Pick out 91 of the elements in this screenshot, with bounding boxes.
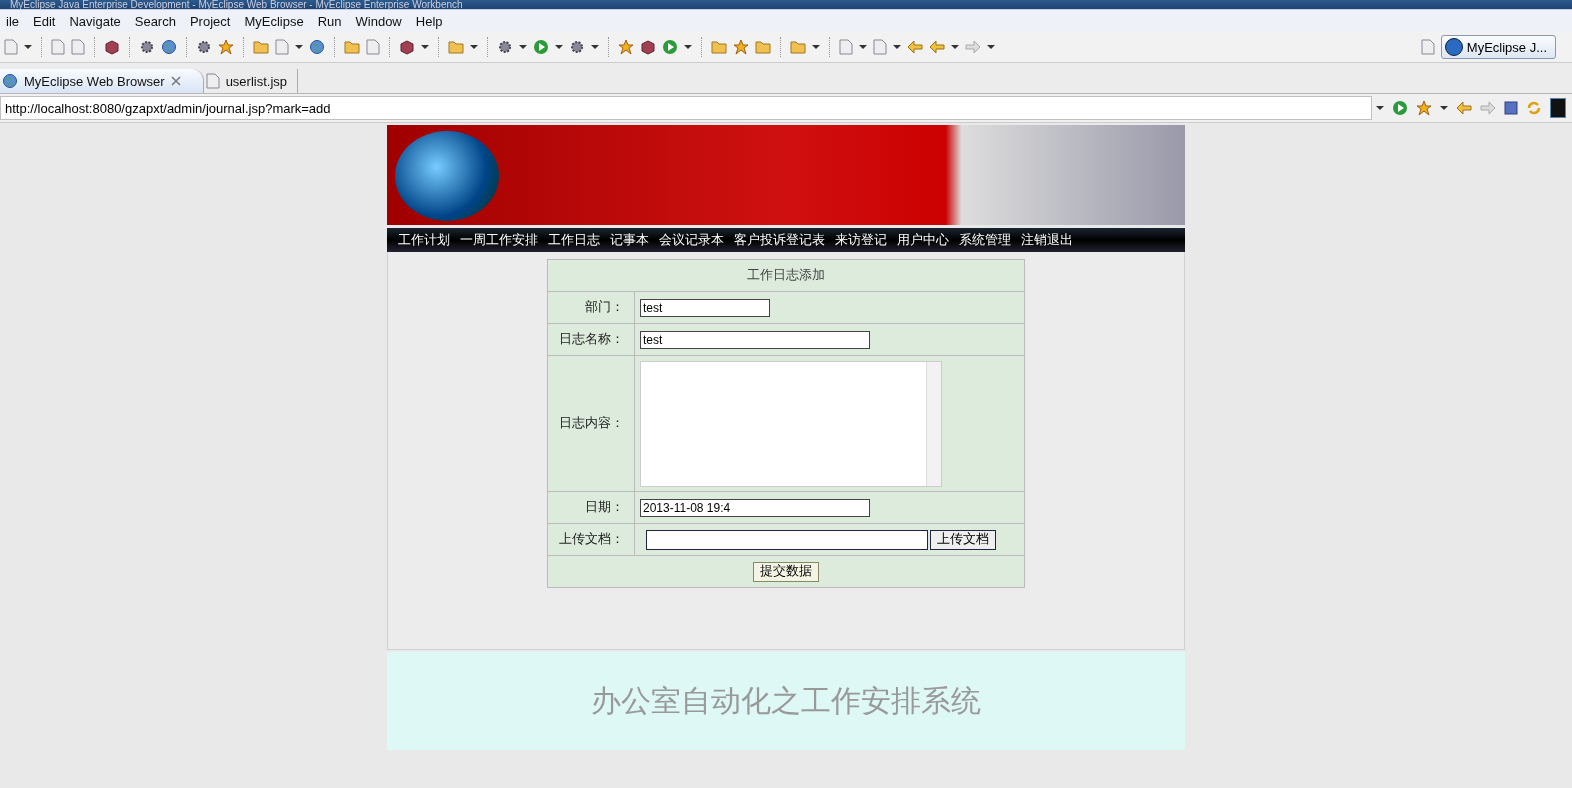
submit-button[interactable]: 提交数据 xyxy=(753,561,819,582)
field-label: 日志名称： xyxy=(559,332,624,346)
menu-item[interactable]: ile xyxy=(6,13,27,29)
document-icon[interactable] xyxy=(366,39,380,55)
box-icon[interactable] xyxy=(104,39,120,55)
footer-text: 办公室自动化之工作安排系统 xyxy=(591,681,981,720)
caret-icon[interactable] xyxy=(295,44,303,50)
globe-icon[interactable] xyxy=(161,39,177,55)
box-icon[interactable] xyxy=(640,39,656,55)
gear-icon[interactable] xyxy=(569,39,585,55)
nav-link[interactable]: 会议记录本 xyxy=(654,231,729,249)
nav-link[interactable]: 一周工作安排 xyxy=(455,231,543,249)
caret-icon[interactable] xyxy=(1440,105,1448,111)
document-icon[interactable] xyxy=(4,39,18,55)
gear-icon[interactable] xyxy=(196,39,212,55)
stop-icon[interactable] xyxy=(1504,101,1518,115)
caret-icon[interactable] xyxy=(519,44,527,50)
panel-icon[interactable] xyxy=(1550,98,1566,118)
nav-link[interactable]: 客户投诉登记表 xyxy=(729,231,830,249)
logo-icon xyxy=(1444,38,1463,56)
caret-icon[interactable] xyxy=(24,44,32,50)
nav-link[interactable]: 记事本 xyxy=(605,231,654,249)
upload-button[interactable]: 上传文档 xyxy=(930,529,996,550)
menu-item[interactable]: Search xyxy=(134,13,184,29)
nav-link[interactable]: 用户中心 xyxy=(892,231,954,249)
caret-icon[interactable] xyxy=(421,44,429,50)
play-icon[interactable] xyxy=(662,39,678,55)
field-label: 日期： xyxy=(585,500,624,514)
field-label: 部门： xyxy=(585,300,624,314)
document-icon[interactable] xyxy=(839,39,853,55)
document-icon[interactable] xyxy=(873,39,887,55)
globe-icon[interactable] xyxy=(309,39,325,55)
play-icon[interactable] xyxy=(1392,100,1408,116)
caret-icon[interactable] xyxy=(951,44,959,50)
caret-icon[interactable] xyxy=(470,44,478,50)
nav-link[interactable]: 工作计划 xyxy=(393,231,455,249)
gear-icon[interactable] xyxy=(497,39,513,55)
address-field[interactable]: http://localhost:8080/gzapxt/admin/journal.jsp?mark=add xyxy=(0,96,1372,120)
file-path-field[interactable] xyxy=(646,529,928,550)
editor-tab[interactable]: userlist.jsp xyxy=(203,69,299,93)
star-icon[interactable] xyxy=(1416,100,1432,116)
nav-link[interactable]: 工作日志 xyxy=(543,231,605,249)
scrollbar[interactable] xyxy=(926,361,941,486)
caret-icon[interactable] xyxy=(1376,105,1384,111)
arrow-left-icon[interactable] xyxy=(929,40,945,54)
close-icon[interactable] xyxy=(170,76,181,86)
nav-link[interactable]: 来访登记 xyxy=(830,231,892,249)
caret-icon[interactable] xyxy=(591,44,599,50)
arrow-left-icon[interactable] xyxy=(907,40,923,54)
folder-icon[interactable] xyxy=(790,40,806,54)
window-title: MyEclipse Java Enterprise Development - MyEclipse Web Browser - MyEclipse Enterprise Workbench xyxy=(9,0,464,9)
folder-icon[interactable] xyxy=(755,40,771,54)
caret-icon[interactable] xyxy=(684,44,692,50)
globe-icon[interactable] xyxy=(2,73,18,89)
folder-icon[interactable] xyxy=(253,40,269,54)
form-title: 工作日志添加 xyxy=(747,268,825,282)
menu-item[interactable]: Project xyxy=(189,13,239,29)
gear-icon[interactable] xyxy=(139,39,155,55)
menu-item[interactable]: Help xyxy=(415,13,451,29)
menu-item[interactable]: Edit xyxy=(33,13,64,29)
star-icon[interactable] xyxy=(733,39,749,55)
folder-icon[interactable] xyxy=(344,40,360,54)
caret-icon[interactable] xyxy=(987,44,995,50)
caret-icon[interactable] xyxy=(859,44,867,50)
star-icon[interactable] xyxy=(218,39,234,55)
field-label: 日志内容： xyxy=(559,416,624,430)
box-icon[interactable] xyxy=(399,39,415,55)
folder-icon[interactable] xyxy=(711,40,727,54)
menu-item[interactable]: MyEclipse xyxy=(244,13,312,29)
text-field[interactable]: test xyxy=(640,298,770,317)
document-icon[interactable] xyxy=(1420,39,1435,55)
document-icon[interactable] xyxy=(275,39,289,55)
menu-item[interactable]: Window xyxy=(355,13,410,29)
caret-icon[interactable] xyxy=(893,44,901,50)
menu-item[interactable]: Navigate xyxy=(69,13,129,29)
caret-icon[interactable] xyxy=(555,44,563,50)
folder-icon[interactable] xyxy=(448,40,464,54)
arrow-left-icon[interactable] xyxy=(1456,101,1472,115)
document-icon[interactable] xyxy=(71,39,85,55)
text-field[interactable]: test xyxy=(640,330,870,349)
perspective-button[interactable]: MyEclipse J... xyxy=(1440,35,1556,59)
nav-link[interactable]: 注销退出 xyxy=(1016,231,1078,249)
field-label: 上传文档： xyxy=(559,532,624,546)
star-icon[interactable] xyxy=(618,39,634,55)
nav-link[interactable]: 系统管理 xyxy=(954,231,1016,249)
text-field[interactable]: 2013-11-08 19:4 xyxy=(640,498,870,517)
editor-tab[interactable]: MyEclipse Web Browser xyxy=(0,69,204,93)
document-icon[interactable] xyxy=(51,39,65,55)
caret-icon[interactable] xyxy=(812,44,820,50)
play-icon[interactable] xyxy=(533,39,549,55)
menu-item[interactable]: Run xyxy=(317,13,350,29)
